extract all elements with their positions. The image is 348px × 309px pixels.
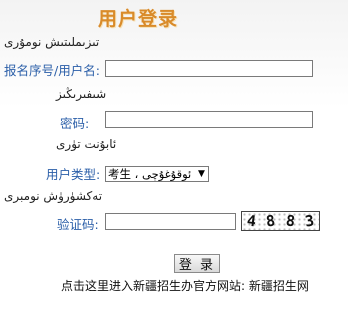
uyghur-caption-usertype: ئابۇنت تۈرى [56,137,117,151]
login-button[interactable]: 登 录 [174,254,220,273]
uyghur-caption-registration: تىزىملىتىش نومۇرى [4,35,100,49]
captcha-label: 验证码: [57,217,99,232]
captcha-image[interactable]: 4883 [241,211,320,231]
login-title: 用户登录 [98,8,179,30]
captcha-digit: 8 [265,211,277,231]
dropdown-arrow-icon[interactable]: ▼ [196,168,207,180]
captcha-digit: 8 [284,211,296,231]
captcha-digit: 4 [246,211,258,231]
uyghur-caption-captcha: تەكشۈرۈش نومبرى [4,189,103,203]
password-label: 密码: [60,116,90,131]
official-site-link[interactable]: 点击这里进入新疆招生办官方网站: 新疆招生网 [61,277,309,294]
password-input[interactable] [105,111,313,128]
captcha-input[interactable] [105,213,236,230]
captcha-digit: 3 [303,211,316,231]
user-type-select[interactable]: 考生 ، ئوقۇغۇچى ▼ [105,166,209,182]
user-type-selected-value: 考生 ، ئوقۇغۇچى [108,167,192,181]
registration-number-input[interactable] [105,60,313,77]
uyghur-caption-password: شىفىرىڭىز [56,87,107,101]
registration-number-label: 报名序号/用户名: [4,63,100,78]
login-panel: 用户登录 تىزىملىتىش نومۇرى 报名序号/用户名: شىفىرىڭ… [0,0,348,309]
user-type-label: 用户类型: [46,167,101,182]
